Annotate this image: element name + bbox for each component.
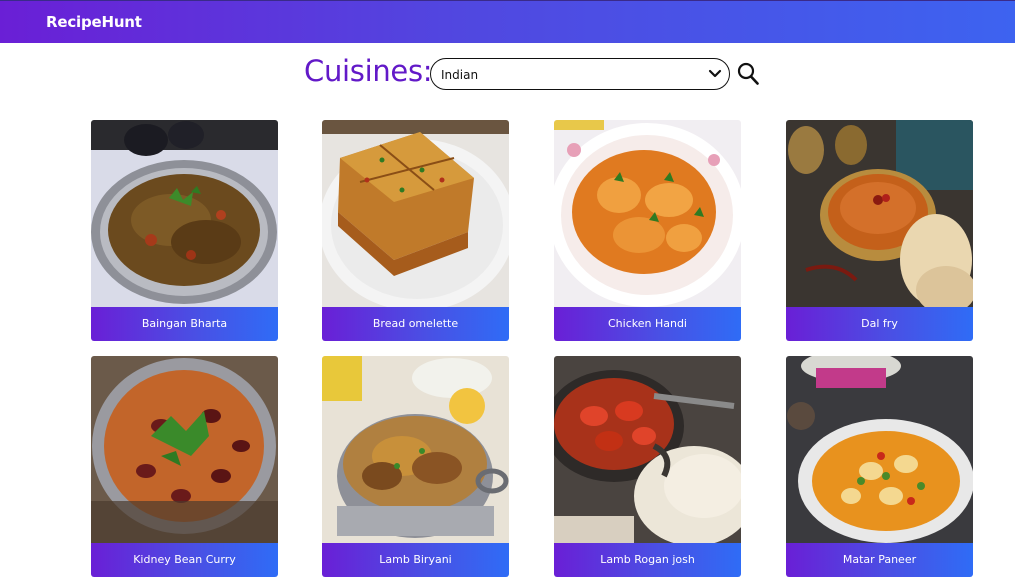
search-icon[interactable] bbox=[737, 62, 759, 86]
recipe-image bbox=[91, 120, 278, 307]
cuisine-label: Cuisines: bbox=[304, 54, 433, 88]
chevron-down-icon bbox=[708, 69, 722, 78]
recipe-card[interactable]: Matar Paneer bbox=[786, 356, 973, 577]
recipe-name: Dal fry bbox=[786, 307, 973, 341]
recipe-name: Lamb Biryani bbox=[322, 543, 509, 577]
cuisine-search-bar: Cuisines: Indian bbox=[0, 52, 1015, 96]
recipe-card[interactable]: Kidney Bean Curry bbox=[91, 356, 278, 577]
recipe-name: Chicken Handi bbox=[554, 307, 741, 341]
recipe-image bbox=[322, 356, 509, 543]
brand-logo[interactable]: RecipeHunt bbox=[46, 13, 142, 31]
recipe-image bbox=[91, 356, 278, 543]
recipe-card[interactable]: Bread omelette bbox=[322, 120, 509, 341]
cuisine-select-value: Indian bbox=[441, 68, 479, 82]
recipe-card[interactable]: Baingan Bharta bbox=[91, 120, 278, 341]
recipe-name: Bread omelette bbox=[322, 307, 509, 341]
recipe-image bbox=[786, 120, 973, 307]
recipe-image bbox=[554, 356, 741, 543]
recipe-card[interactable]: Chicken Handi bbox=[554, 120, 741, 341]
recipe-name: Matar Paneer bbox=[786, 543, 973, 577]
recipe-name: Kidney Bean Curry bbox=[91, 543, 278, 577]
recipe-image bbox=[786, 356, 973, 543]
recipe-card[interactable]: Dal fry bbox=[786, 120, 973, 341]
recipe-name: Baingan Bharta bbox=[91, 307, 278, 341]
cuisine-select[interactable]: Indian bbox=[430, 58, 730, 90]
recipe-name: Lamb Rogan josh bbox=[554, 543, 741, 577]
navbar: RecipeHunt bbox=[0, 0, 1015, 43]
recipe-card[interactable]: Lamb Rogan josh bbox=[554, 356, 741, 577]
recipe-image bbox=[322, 120, 509, 307]
recipe-image bbox=[554, 120, 741, 307]
recipe-card[interactable]: Lamb Biryani bbox=[322, 356, 509, 577]
